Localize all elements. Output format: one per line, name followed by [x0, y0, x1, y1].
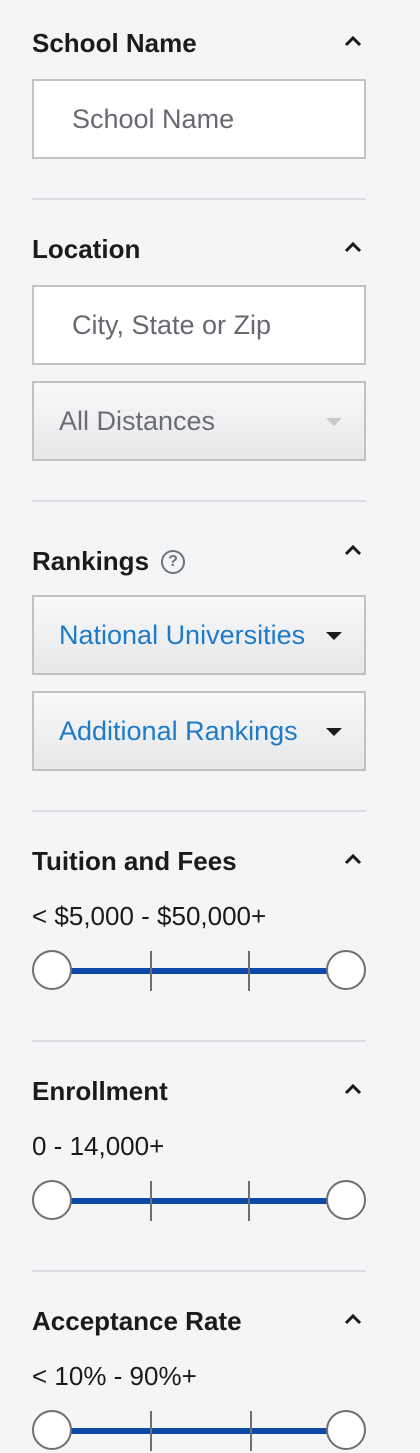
- slider-track: [52, 968, 346, 974]
- slider-tick: [150, 1411, 152, 1451]
- rankings-category-select[interactable]: National Universities: [32, 595, 366, 675]
- divider: [32, 198, 366, 200]
- rankings-heading[interactable]: Rankings ?: [32, 546, 186, 577]
- acceptance-rate-range-value: < 10% - 90%+: [32, 1361, 197, 1391]
- chevron-up-icon[interactable]: [343, 240, 363, 254]
- caret-down-icon: [326, 728, 342, 736]
- slider-min-handle[interactable]: [32, 1410, 72, 1450]
- tuition-range-slider[interactable]: [32, 950, 366, 992]
- school-name-input[interactable]: [32, 79, 366, 159]
- caret-down-icon: [326, 418, 342, 426]
- location-title: Location: [32, 234, 141, 264]
- enrollment-range-slider[interactable]: [32, 1180, 366, 1222]
- slider-tick: [248, 1181, 250, 1221]
- chevron-up-icon[interactable]: [343, 1082, 363, 1096]
- chevron-up-icon[interactable]: [343, 543, 363, 557]
- search-filters-panel: School Name Location All Distances Ranki…: [0, 0, 420, 1453]
- tuition-heading[interactable]: Tuition and Fees: [32, 846, 237, 877]
- question-circle-icon[interactable]: ?: [161, 549, 186, 574]
- slider-track: [52, 1198, 346, 1204]
- school-name-title: School Name: [32, 28, 197, 58]
- distance-select-label: All Distances: [59, 405, 216, 436]
- rankings-category-label: National Universities: [59, 619, 306, 650]
- slider-max-handle[interactable]: [326, 1180, 366, 1220]
- enrollment-heading[interactable]: Enrollment: [32, 1076, 168, 1107]
- tuition-range-value: < $5,000 - $50,000+: [32, 901, 267, 931]
- chevron-up-icon[interactable]: [343, 1312, 363, 1326]
- slider-min-handle[interactable]: [32, 950, 72, 990]
- rankings-title: Rankings: [32, 546, 150, 576]
- slider-tick: [250, 1411, 252, 1451]
- chevron-up-icon[interactable]: [343, 34, 363, 48]
- divider: [32, 500, 366, 502]
- additional-rankings-label: Additional Rankings: [59, 715, 298, 746]
- slider-track: [52, 1428, 346, 1434]
- additional-rankings-select[interactable]: Additional Rankings: [32, 691, 366, 771]
- slider-tick: [150, 1181, 152, 1221]
- slider-min-handle[interactable]: [32, 1180, 72, 1220]
- slider-tick: [150, 951, 152, 991]
- enrollment-range-value: 0 - 14,000+: [32, 1131, 165, 1161]
- acceptance-rate-heading[interactable]: Acceptance Rate: [32, 1306, 242, 1337]
- acceptance-rate-title: Acceptance Rate: [32, 1306, 242, 1336]
- location-heading[interactable]: Location: [32, 234, 140, 265]
- slider-max-handle[interactable]: [326, 1410, 366, 1450]
- tuition-title: Tuition and Fees: [32, 846, 237, 876]
- chevron-up-icon[interactable]: [343, 852, 363, 866]
- slider-tick: [248, 951, 250, 991]
- caret-down-icon: [326, 632, 342, 640]
- school-name-heading[interactable]: School Name: [32, 28, 197, 59]
- divider: [32, 1040, 366, 1042]
- location-input[interactable]: [32, 285, 366, 365]
- slider-max-handle[interactable]: [326, 950, 366, 990]
- divider: [32, 1270, 366, 1272]
- divider: [32, 810, 366, 812]
- distance-select[interactable]: All Distances: [32, 381, 366, 461]
- acceptance-rate-range-slider[interactable]: [32, 1410, 366, 1452]
- enrollment-title: Enrollment: [32, 1076, 168, 1106]
- help-glyph: ?: [168, 552, 178, 570]
